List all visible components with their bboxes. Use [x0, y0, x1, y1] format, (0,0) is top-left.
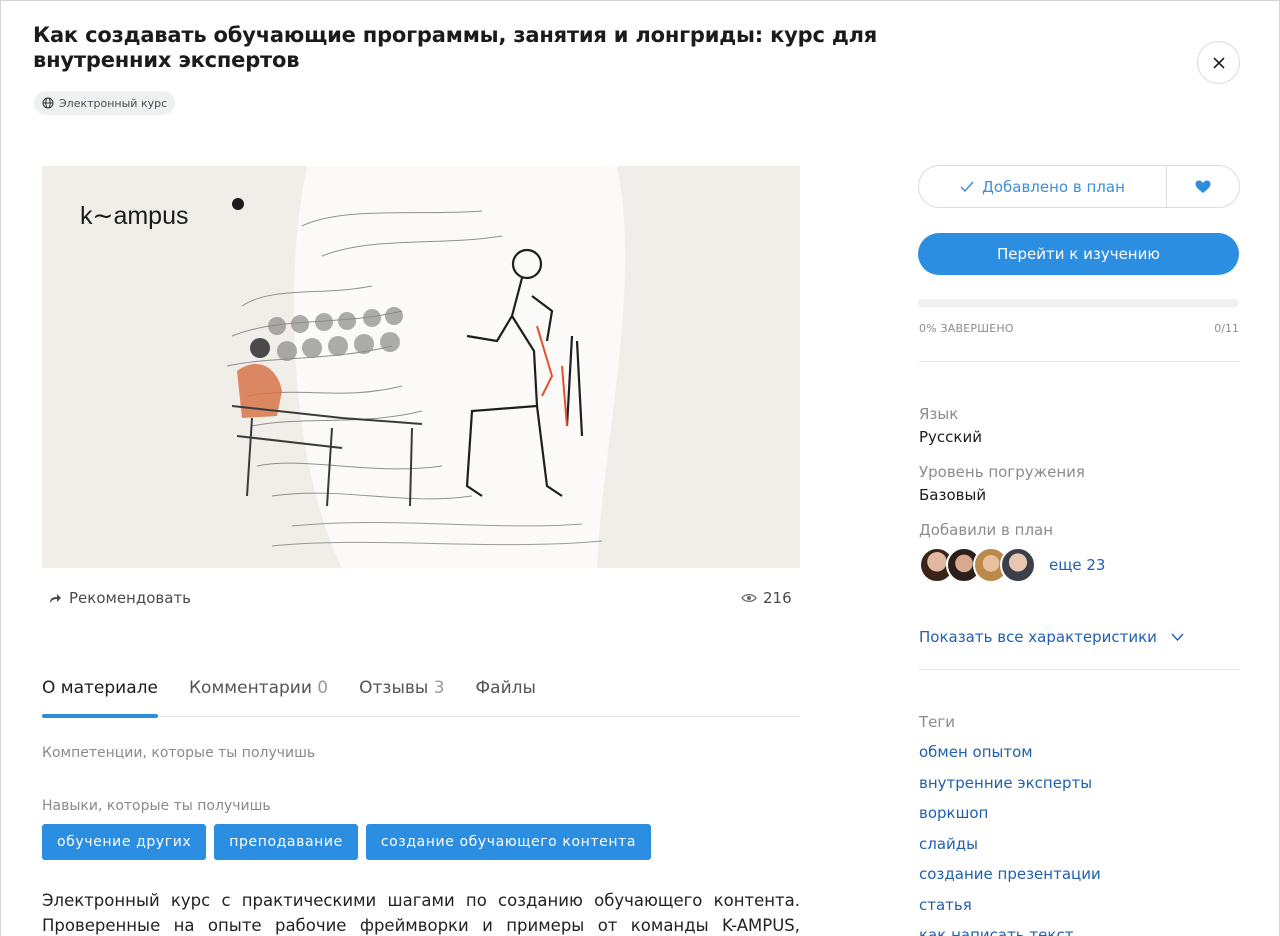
- skills-list: обучение других преподавание создание об…: [42, 824, 652, 860]
- start-learning-button[interactable]: Перейти к изучению: [918, 233, 1239, 275]
- tag-link[interactable]: обмен опытом: [919, 740, 1101, 771]
- views-counter: 216: [741, 589, 792, 607]
- material-description: Электронный курс с практическими шагами …: [42, 891, 800, 935]
- share-arrow-icon: [50, 593, 61, 603]
- tab-about[interactable]: О материале: [42, 675, 158, 718]
- tag-link[interactable]: воркшоп: [919, 801, 1101, 832]
- type-badge: Электронный курс: [34, 91, 176, 115]
- tab-about-label: О материале: [42, 678, 158, 698]
- recommend-label: Рекомендовать: [69, 589, 192, 607]
- material-modal: Как создавать обучающие программы, занят…: [0, 0, 1280, 936]
- divider: [919, 669, 1240, 670]
- competencies-label: Компетенции, которые ты получишь: [42, 745, 316, 761]
- skills-label: Навыки, которые ты получишь: [42, 798, 271, 814]
- tag-link[interactable]: слайды: [919, 832, 1101, 863]
- tab-files[interactable]: Файлы: [476, 675, 536, 717]
- added-to-plan-button[interactable]: Добавлено в план: [919, 166, 1167, 207]
- page-title: Как создавать обучающие программы, занят…: [33, 23, 878, 72]
- type-badge-label: Электронный курс: [59, 96, 168, 110]
- level-label: Уровень погружения: [919, 463, 1085, 481]
- divider: [919, 361, 1240, 362]
- added-more-link[interactable]: еще 23: [1049, 556, 1105, 574]
- material-tabs: О материале Комментарии 0 Отзывы 3 Файлы: [42, 675, 800, 718]
- recommend-button[interactable]: Рекомендовать: [49, 589, 191, 607]
- level-value: Базовый: [919, 486, 987, 504]
- language-value: Русский: [919, 428, 982, 446]
- chevron-down-icon: [1171, 633, 1184, 641]
- views-count: 216: [763, 589, 792, 607]
- tab-comments-count: 0: [317, 678, 329, 698]
- tag-link[interactable]: внутренние эксперты: [919, 771, 1101, 802]
- cover-image: k∼ampus: [42, 166, 800, 568]
- avatar: [1000, 547, 1036, 583]
- tab-files-label: Файлы: [475, 678, 536, 698]
- close-button[interactable]: [1197, 41, 1240, 84]
- tags-label: Теги: [919, 713, 956, 731]
- tab-reviews-count: 3: [433, 678, 445, 698]
- tag-link[interactable]: статья: [919, 893, 1101, 924]
- plan-actions: Добавлено в план: [918, 165, 1240, 208]
- tab-comments-label: Комментарии: [188, 678, 312, 698]
- progress-bar: [918, 299, 1239, 307]
- show-all-label: Показать все характеристики: [919, 628, 1157, 646]
- skill-chip[interactable]: обучение других: [42, 824, 207, 860]
- check-icon: [960, 181, 974, 192]
- tag-link[interactable]: создание презентации: [919, 862, 1101, 893]
- favorite-button[interactable]: [1167, 166, 1239, 207]
- eye-icon: [741, 593, 757, 603]
- show-all-characteristics[interactable]: Показать все характеристики: [919, 628, 1184, 646]
- progress-count: 0/11: [1214, 322, 1239, 335]
- logo: k∼ampus: [80, 202, 188, 230]
- lecture-illustration: k∼ampus: [42, 166, 800, 568]
- tab-comments[interactable]: Комментарии 0: [189, 675, 328, 717]
- tab-reviews[interactable]: Отзывы 3: [359, 675, 444, 717]
- globe-icon: [42, 97, 54, 109]
- tag-link[interactable]: как написать текст: [919, 923, 1101, 936]
- close-icon: [1212, 56, 1225, 69]
- added-to-plan-label: Добавлено в план: [982, 177, 1125, 196]
- tab-reviews-label: Отзывы: [359, 678, 429, 698]
- added-users-avatars[interactable]: [919, 547, 1036, 583]
- skill-chip[interactable]: создание обучающего контента: [365, 824, 652, 860]
- added-label: Добавили в план: [919, 521, 1054, 539]
- skill-chip[interactable]: преподавание: [214, 824, 358, 860]
- tags-list: обмен опытом внутренние эксперты воркшоп…: [919, 740, 1101, 936]
- heart-icon: [1195, 180, 1211, 193]
- language-label: Язык: [919, 405, 959, 423]
- progress-label: 0% ЗАВЕРШЕНО: [919, 322, 1014, 335]
